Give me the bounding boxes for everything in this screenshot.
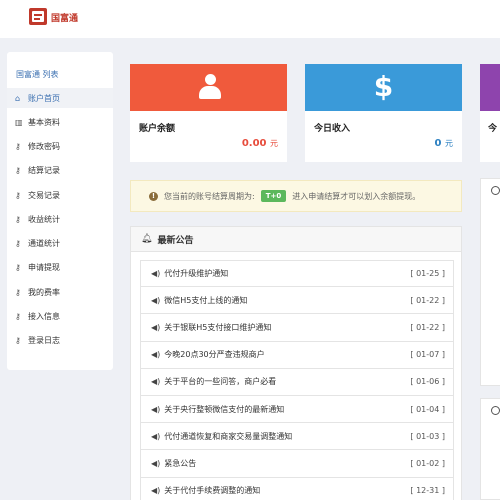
brand-name[interactable]: 国富通 [51, 11, 78, 24]
speaker-icon: ◀) [151, 404, 161, 414]
speaker-icon: ◀) [151, 269, 161, 279]
key-icon: ⚷ [15, 141, 21, 151]
list-item[interactable]: ◀) 紧急公告[ 01-02 ] [140, 450, 454, 478]
top-bar: 国富通 [0, 0, 500, 38]
user-icon [199, 74, 221, 100]
announcements-header: 🔔︎ 最新公告 [131, 227, 461, 252]
bell-icon: 🔔︎ [141, 234, 153, 244]
sidebar-item-access-info[interactable]: ⚷ 接入信息 [7, 306, 113, 326]
list-item[interactable]: ◀) 微信H5支付上线的通知[ 01-22 ] [140, 287, 454, 315]
list-item[interactable]: ◀) 代付升级维护通知[ 01-25 ] [140, 260, 454, 288]
list-item[interactable]: ◀) 代付通道恢复和商家交易量调整通知[ 01-03 ] [140, 423, 454, 451]
speaker-icon: ◀) [151, 431, 161, 441]
speaker-icon: ◀) [151, 486, 161, 496]
sidebar-item-profile[interactable]: ▥ 基本资料 [7, 112, 113, 132]
bar-chart-icon: ▥ [15, 117, 23, 127]
right-panel-bottom [480, 398, 500, 500]
key-icon: ⚷ [15, 214, 21, 224]
balance-card: 账户余额 0.00 元 [130, 64, 287, 162]
key-icon: ⚷ [15, 311, 21, 321]
sidebar-item-earnings[interactable]: ⚷ 收益统计 [7, 209, 113, 229]
key-icon: ⚷ [15, 335, 21, 345]
speaker-icon: ◀) [151, 322, 161, 332]
key-icon: ⚷ [15, 165, 21, 175]
sidebar-item-transactions[interactable]: ⚷ 交易记录 [7, 185, 113, 205]
speaker-icon: ◀) [151, 377, 161, 387]
sidebar-item-change-password[interactable]: ⚷ 修改密码 [7, 136, 113, 156]
today-income-card: $ 今日收入 0 元 [305, 64, 462, 162]
key-icon: ⚷ [15, 287, 21, 297]
key-icon: ⚷ [15, 190, 21, 200]
third-stat-card: 今 [480, 64, 500, 162]
speaker-icon: ◀) [151, 458, 161, 468]
sidebar-title: 国富通 列表 [16, 70, 59, 79]
logo-icon[interactable] [29, 8, 47, 25]
settlement-notice: ! 您当前的账号结算周期为: T+0 进入申请结算才可以划入余额提现。 [130, 180, 462, 212]
balance-value: 0.00 元 [241, 138, 278, 149]
sidebar-item-login-log[interactable]: ⚷ 登录日志 [7, 330, 113, 350]
list-item[interactable]: ◀) 关于央行整顿微信支付的最新通知[ 01-04 ] [140, 395, 454, 424]
notice-text-before: 您当前的账号结算周期为: [164, 191, 255, 201]
list-item[interactable]: ◀) 关于银联H5支付接口维护通知[ 01-22 ] [140, 314, 454, 342]
sidebar-item-settlements[interactable]: ⚷ 结算记录 [7, 160, 113, 180]
announcements-title: 最新公告 [157, 235, 194, 246]
key-icon: ⚷ [15, 262, 21, 272]
notice-text-after: 进入申请结算才可以划入余额提现。 [292, 191, 421, 201]
list-item[interactable]: ◀) 今晚20点30分严查违规商户[ 01-07 ] [140, 341, 454, 369]
third-card-banner [480, 64, 500, 111]
dollar-icon: $ [373, 70, 394, 103]
announcements-list: ◀) 代付升级维护通知[ 01-25 ] ◀) 微信H5支付上线的通知[ 01-22… [140, 260, 454, 500]
announcements-panel: 🔔︎ 最新公告 ◀) 代付升级维护通知[ 01-25 ] ◀) 微信H5支付上线的通… [130, 226, 462, 500]
info-icon: ! [149, 191, 158, 201]
sidebar: 国富通 列表 ⌂ 账户首页 ▥ 基本资料 ⚷ 修改密码 ⚷ 结算记录 ⚷ 交易记录 ⚷ 收益… [7, 52, 113, 370]
speaker-icon: ◀) [151, 350, 161, 360]
sidebar-item-channels[interactable]: ⚷ 通道统计 [7, 233, 113, 253]
clock-icon [491, 186, 500, 195]
right-panel-top [480, 178, 500, 386]
list-item[interactable]: ◀) 关于平台的一些问答，商户必看[ 01-06 ] [140, 368, 454, 396]
sidebar-item-my-rates[interactable]: ⚷ 我的费率 [7, 282, 113, 302]
clock-icon [491, 406, 500, 415]
sidebar-item-withdraw[interactable]: ⚷ 申请提现 [7, 257, 113, 277]
today-income-value: 0 元 [434, 138, 453, 149]
third-card-label: 今 [488, 124, 498, 134]
sidebar-item-home[interactable]: ⌂ 账户首页 [7, 88, 113, 108]
settlement-cycle-badge: T+0 [260, 190, 287, 202]
speaker-icon: ◀) [151, 295, 161, 305]
today-income-card-banner: $ [305, 64, 462, 111]
balance-card-banner [130, 64, 287, 111]
balance-label: 账户余额 [139, 124, 176, 134]
key-icon: ⚷ [15, 238, 21, 248]
today-income-label: 今日收入 [314, 124, 351, 134]
list-item[interactable]: ◀) 关于代付手续费调整的通知[ 12-31 ] [140, 477, 454, 500]
home-icon: ⌂ [15, 93, 21, 103]
